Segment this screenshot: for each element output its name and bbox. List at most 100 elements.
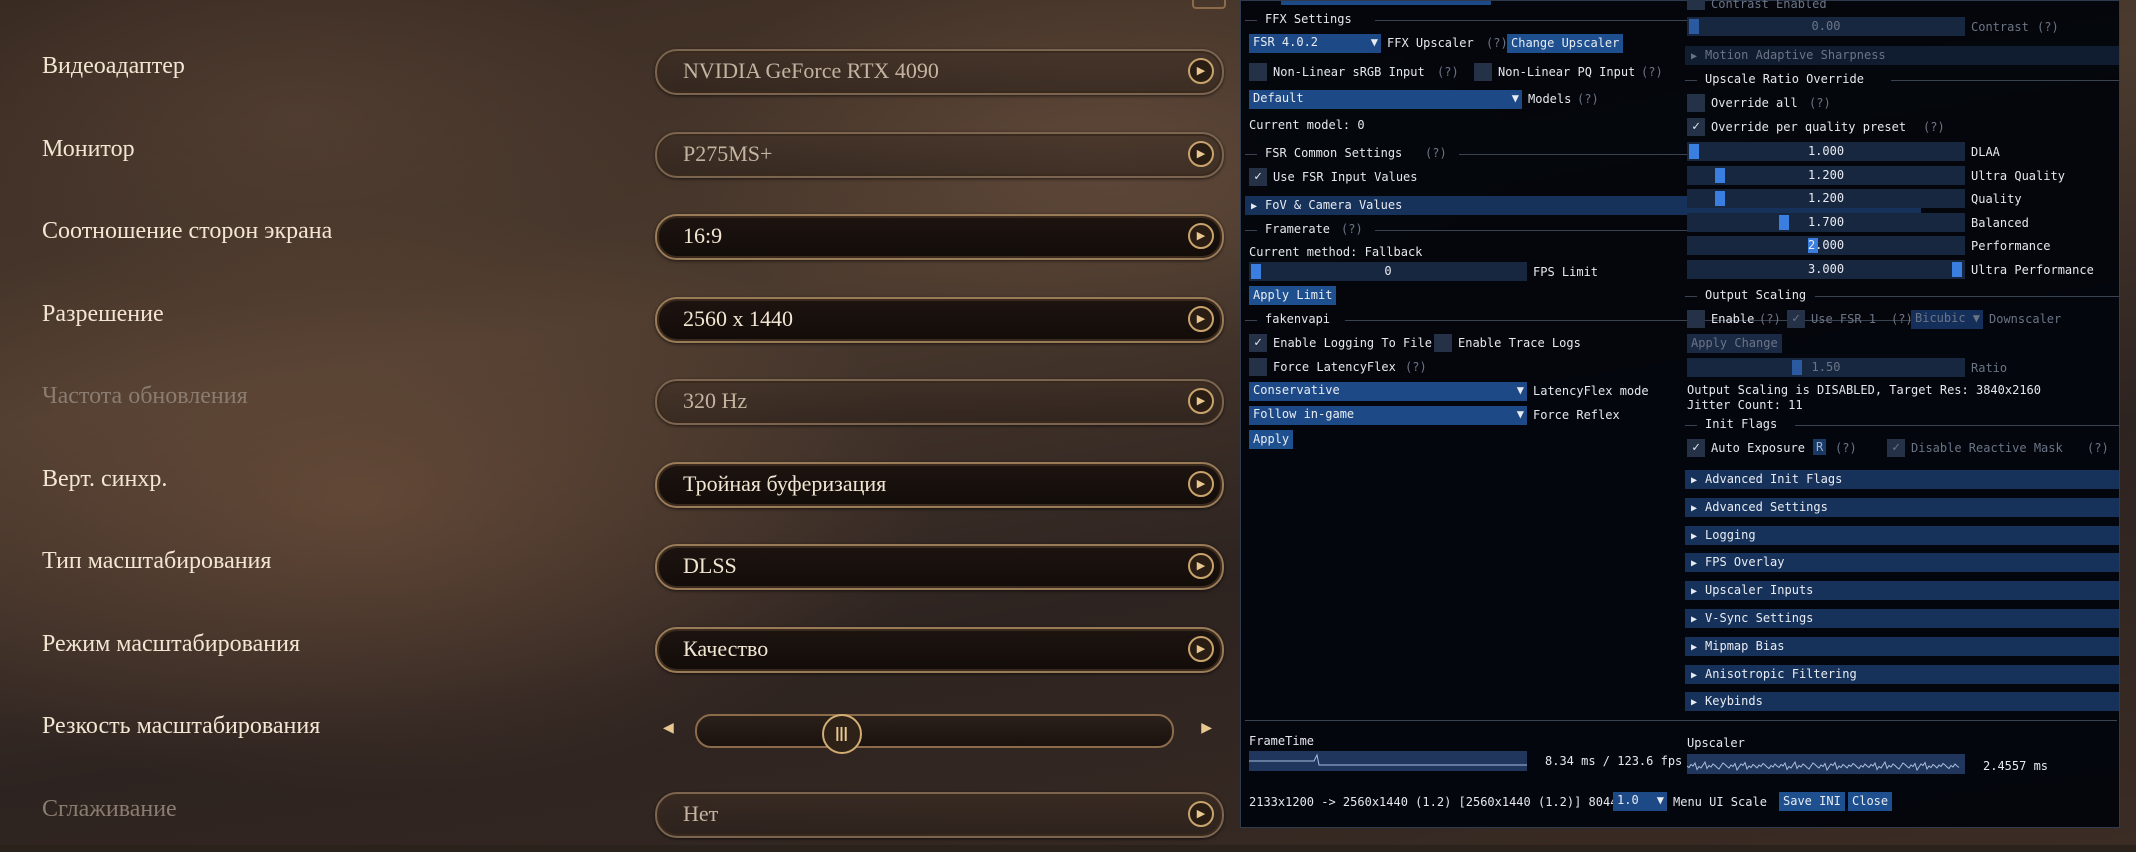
help-hint[interactable]: (?) (1405, 360, 1427, 374)
arrow-left-icon[interactable]: ◀ (663, 719, 674, 736)
output-enable-checkbox[interactable] (1687, 310, 1705, 328)
current-model-text: Current model: 0 (1249, 118, 1365, 132)
arrow-right-icon[interactable]: ▶ (1201, 719, 1212, 736)
collapsing-header[interactable]: ▶ Mipmap Bias (1685, 636, 2119, 656)
nonlinear-pq-checkbox[interactable] (1474, 63, 1492, 81)
arrow-right-icon[interactable]: ▶ (1188, 58, 1214, 84)
help-hint[interactable]: (?) (1437, 65, 1459, 79)
setting-row[interactable]: Соотношение сторон экрана 16:9 ▶ (0, 204, 1240, 274)
collapsing-header[interactable]: ▶ Logging (1685, 525, 2119, 545)
collapsing-header[interactable]: ▶ Advanced Settings (1685, 497, 2119, 517)
collapsing-header[interactable]: ▶ Advanced Init Flags (1685, 470, 2119, 489)
help-hint[interactable]: (?) (1809, 96, 1831, 110)
nonlinear-srgb-checkbox[interactable] (1249, 63, 1267, 81)
slider-handle[interactable]: ||| (821, 714, 862, 754)
help-hint[interactable]: (?) (2087, 441, 2109, 455)
change-upscaler-button[interactable]: Change Upscaler (1507, 34, 1624, 53)
collapsing-header[interactable]: ▶ Upscaler Inputs (1685, 581, 2119, 601)
arrow-right-icon[interactable]: ▶ (1188, 223, 1214, 249)
setting-label: Верт. синхр. (42, 465, 168, 492)
triangle-right-icon: ▶ (1691, 697, 1698, 709)
ratio-slider[interactable]: 1.200 (1687, 165, 1965, 185)
setting-select[interactable]: DLSS ▶ (655, 544, 1224, 590)
setting-select[interactable]: Тройная буферизация ▶ (655, 461, 1224, 508)
setting-select[interactable]: 2560 x 1440 ▶ (655, 296, 1224, 343)
apply-limit-button[interactable]: Apply Limit (1249, 286, 1337, 305)
force-latencyflex-checkbox[interactable] (1249, 358, 1267, 376)
ratio-slider[interactable]: 1.700 (1687, 212, 1965, 232)
motion-adaptive-header[interactable]: ▶ Motion Adaptive Sharpness (1685, 46, 2119, 65)
ratio-slider[interactable]: 2.000 (1687, 236, 1965, 255)
arrow-right-icon[interactable]: ▶ (1188, 800, 1214, 827)
use-fsr1-checkbox[interactable]: ✓ (1787, 310, 1805, 328)
setting-select[interactable]: Качество ▶ (655, 626, 1224, 673)
setting-row[interactable]: Тип масштабирования DLSS ▶ (0, 534, 1240, 604)
apply-change-button[interactable]: Apply Change (1687, 334, 1782, 353)
help-hint[interactable]: (?) (1759, 312, 1781, 326)
help-hint[interactable]: (?) (1425, 146, 1447, 160)
enable-logging-checkbox[interactable]: ✓ (1249, 334, 1267, 352)
triangle-right-icon: ▶ (1691, 586, 1698, 598)
force-reflex-combo[interactable]: Follow in-game ▼ (1249, 406, 1527, 425)
collapsing-header[interactable]: ▶ Anisotropic Filtering (1685, 664, 2119, 684)
help-hint[interactable]: (?) (1341, 222, 1363, 236)
menu-scale-combo[interactable]: 1.0 ▼ (1613, 792, 1667, 811)
fps-limit-slider[interactable]: 0 (1249, 262, 1527, 281)
sharpness-slider[interactable]: ◀ ||| ▶ (655, 709, 1220, 754)
chevron-down-icon: ▼ (1516, 407, 1524, 421)
setting-row[interactable]: Резкость масштабирования ◀ ||| ▶ (0, 699, 1240, 769)
contrast-enabled-checkbox[interactable] (1687, 0, 1705, 10)
resolution-line: 2133x1200 -> 2560x1440 (1.2) [2560x1440 … (1249, 795, 1618, 809)
setting-select[interactable]: 16:9 ▶ (655, 214, 1224, 260)
output-ratio-value: 1.50 (1811, 360, 1841, 374)
help-hint[interactable]: (?) (1486, 36, 1508, 50)
arrow-right-icon[interactable]: ▶ (1188, 305, 1214, 332)
latencyflex-mode-combo[interactable]: Conservative ▼ (1249, 382, 1527, 401)
arrow-right-icon[interactable]: ▶ (1188, 470, 1214, 497)
models-combo[interactable]: Default ▼ (1249, 90, 1522, 109)
help-hint[interactable]: (?) (1923, 120, 1945, 134)
help-hint[interactable]: (?) (1891, 312, 1913, 326)
help-hint[interactable]: (?) (2037, 20, 2059, 34)
override-all-checkbox[interactable] (1687, 94, 1705, 112)
help-hint[interactable]: (?) (1641, 65, 1663, 79)
collapsing-header[interactable]: ▶ Keybinds (1685, 692, 2119, 712)
ratio-slider[interactable]: 1.000 (1687, 142, 1965, 161)
ratio-slider[interactable]: 3.000 (1687, 259, 1965, 279)
arrow-right-icon[interactable]: ▶ (1188, 140, 1214, 167)
collapsing-header-label: Upscaler Inputs (1705, 583, 1814, 598)
help-hint[interactable]: (?) (1577, 92, 1599, 106)
arrow-right-icon[interactable]: ▶ (1188, 553, 1214, 579)
slider-track[interactable]: ||| (695, 714, 1174, 754)
disable-reactive-checkbox[interactable]: ✓ (1887, 439, 1905, 457)
save-ini-button[interactable]: Save INI (1779, 792, 1845, 811)
fakenvapi-apply-button[interactable]: Apply (1249, 430, 1294, 449)
top-partial-combo[interactable] (1281, 1, 1491, 5)
help-hint[interactable]: (?) (1835, 441, 1857, 455)
setting-select[interactable]: P275MS+ ▶ (655, 131, 1224, 178)
ratio-slider[interactable]: 1.200 (1687, 189, 1965, 208)
setting-row: Частота обновления 320 Hz ▶ (0, 369, 1240, 439)
collapsing-header[interactable]: ▶ FPS Overlay (1685, 553, 2119, 573)
contrast-value: 0.00 (1811, 19, 1841, 33)
enable-trace-checkbox[interactable] (1434, 334, 1452, 352)
setting-row[interactable]: Видеоадаптер NVIDIA GeForce RTX 4090 ▶ (0, 39, 1240, 109)
ffx-upscaler-combo[interactable]: FSR 4.0.2 ▼ (1249, 34, 1381, 53)
setting-row[interactable]: Верт. синхр. Тройная буферизация ▶ (0, 452, 1240, 522)
setting-row[interactable]: Разрешение 2560 x 1440 ▶ (0, 287, 1240, 357)
output-ratio-slider[interactable]: 1.50 (1687, 358, 1965, 377)
setting-row[interactable]: Монитор P275MS+ ▶ (0, 122, 1240, 192)
arrow-right-icon[interactable]: ▶ (1188, 635, 1214, 662)
collapsing-header[interactable]: ▶ V-Sync Settings (1685, 609, 2119, 628)
arrow-right-icon[interactable]: ▶ (1188, 388, 1214, 414)
close-button[interactable]: Close (1848, 792, 1893, 811)
setting-row[interactable]: Режим масштабирования Качество ▶ (0, 617, 1240, 687)
auto-exposure-checkbox[interactable]: ✓ (1687, 439, 1705, 457)
use-fsr-input-checkbox[interactable]: ✓ (1249, 168, 1267, 186)
setting-select[interactable]: NVIDIA GeForce RTX 4090 ▶ (655, 49, 1224, 95)
upscaler-time-value: 2.4557 ms (1983, 759, 2049, 773)
frametime-graph-line (1249, 753, 1527, 766)
downscaler-combo[interactable]: Bicubic ▼ (1911, 310, 1983, 329)
contrast-slider[interactable]: 0.00 (1687, 17, 1965, 36)
override-preset-checkbox[interactable]: ✓ (1687, 118, 1705, 136)
